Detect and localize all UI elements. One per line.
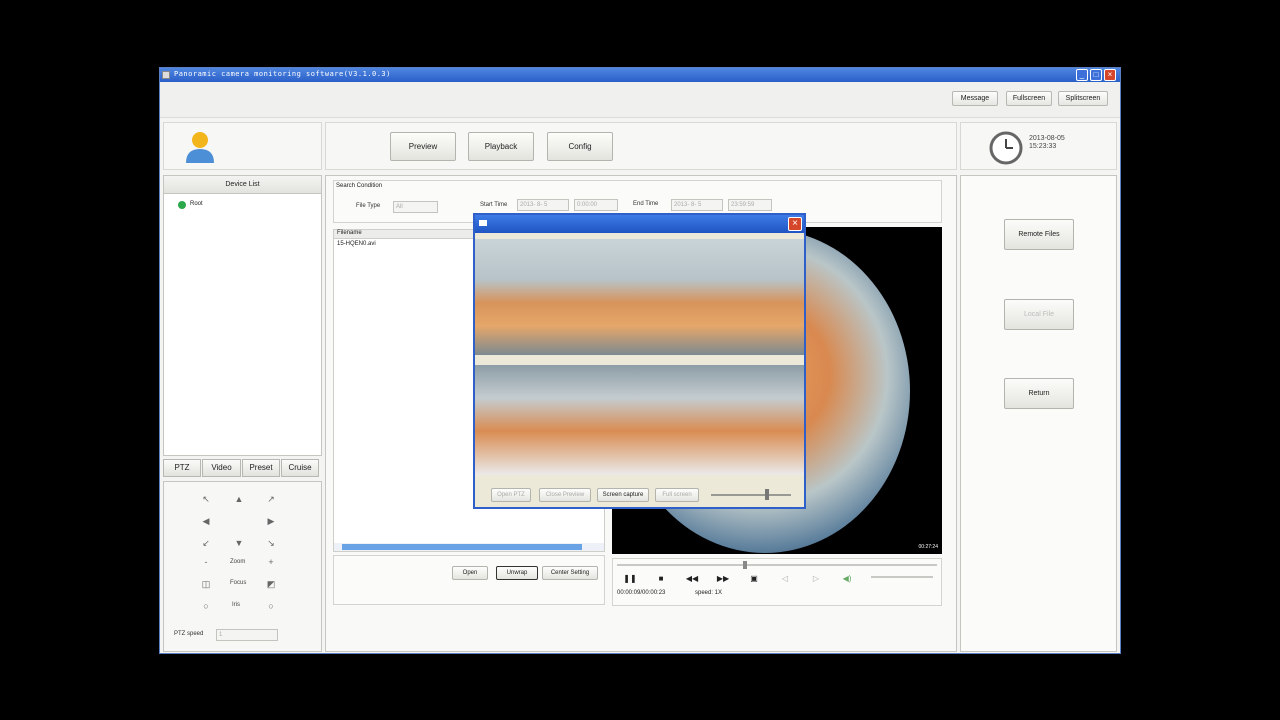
preview-button[interactable]: Preview bbox=[390, 132, 456, 161]
iris-open-button[interactable]: ○ bbox=[262, 598, 280, 614]
file-list-scrollbar[interactable] bbox=[334, 543, 604, 551]
clock-date: 2013-08-05 bbox=[1029, 135, 1065, 142]
app-icon bbox=[162, 71, 170, 79]
config-button[interactable]: Config bbox=[547, 132, 613, 161]
root-node-icon bbox=[178, 201, 186, 209]
focus-near-button[interactable]: ◫ bbox=[197, 576, 215, 592]
popup-slider[interactable] bbox=[711, 494, 791, 496]
popup-app-icon bbox=[479, 220, 487, 226]
ptz-panel: ↖ ▲ ↗ ◀ ▶ ↙ ▼ ↘ - Zoom + ◫ Focus ◩ ○ Iri… bbox=[163, 481, 322, 652]
maximize-button[interactable]: □ bbox=[1090, 69, 1102, 81]
start-date-field[interactable]: 2013- 8- 5 bbox=[517, 199, 569, 211]
center-setting-button[interactable]: Center Setting bbox=[542, 566, 598, 580]
device-list-panel: Device List Root bbox=[163, 175, 322, 456]
fast-icon[interactable]: ▶▶ bbox=[715, 572, 731, 585]
unwrap-popup: × Open PTZ Close Preview Screen capture … bbox=[473, 213, 806, 509]
file-type-select[interactable]: All bbox=[393, 201, 438, 213]
ptz-left-button[interactable]: ◀ bbox=[197, 513, 215, 529]
zoom-in-button[interactable]: + bbox=[262, 554, 280, 570]
progress-handle[interactable] bbox=[743, 561, 747, 569]
popup-close-button[interactable]: × bbox=[788, 217, 802, 231]
focus-label: Focus bbox=[230, 580, 247, 586]
ptz-speed-label: PTZ speed bbox=[174, 631, 204, 637]
full-screen-button[interactable]: Full screen bbox=[655, 488, 699, 502]
app-window: Panoramic camera monitoring software(V3.… bbox=[159, 67, 1121, 654]
unwrap-button[interactable]: Unwrap bbox=[496, 566, 538, 580]
iris-close-button[interactable]: ○ bbox=[197, 598, 215, 614]
ptz-speed-select[interactable]: 1 bbox=[216, 629, 278, 641]
clock-panel: 2013-08-05 15:23:33 bbox=[960, 122, 1117, 170]
end-time-label: End Time bbox=[633, 201, 659, 207]
clock-icon bbox=[989, 131, 1023, 165]
tab-video[interactable]: Video bbox=[202, 459, 241, 477]
zoom-label: Zoom bbox=[230, 559, 246, 565]
close-window-button[interactable]: × bbox=[1104, 69, 1116, 81]
popup-slider-handle[interactable] bbox=[765, 489, 769, 500]
ptz-down-right-button[interactable]: ↘ bbox=[262, 535, 280, 551]
file-actions: Open Unwrap Center Setting bbox=[333, 555, 605, 605]
scrollbar-thumb[interactable] bbox=[342, 544, 582, 550]
splitscreen-button[interactable]: Splitscreen bbox=[1058, 91, 1108, 106]
file-list-row[interactable]: 15-HQEN0.avi bbox=[337, 241, 376, 247]
minimize-button[interactable]: _ bbox=[1076, 69, 1088, 81]
search-condition-title: Search Condition bbox=[336, 183, 383, 189]
volume-slider[interactable] bbox=[871, 576, 933, 578]
focus-far-button[interactable]: ◩ bbox=[262, 576, 280, 592]
clock-time: 15:23:33 bbox=[1029, 143, 1057, 150]
next-frame-icon[interactable]: ▷ bbox=[808, 572, 824, 585]
panorama-top-view[interactable] bbox=[475, 239, 804, 355]
end-time-field[interactable]: 23:59:59 bbox=[728, 199, 772, 211]
ptz-up-button[interactable]: ▲ bbox=[230, 491, 248, 507]
zoom-out-button[interactable]: - bbox=[197, 554, 215, 570]
device-list-header: Device List bbox=[164, 176, 321, 194]
ptz-up-right-button[interactable]: ↗ bbox=[262, 491, 280, 507]
ptz-right-button[interactable]: ▶ bbox=[262, 513, 280, 529]
playback-button[interactable]: Playback bbox=[468, 132, 534, 161]
ptz-down-button[interactable]: ▼ bbox=[230, 535, 248, 551]
tab-preset[interactable]: Preset bbox=[242, 459, 280, 477]
title-bar[interactable]: Panoramic camera monitoring software(V3.… bbox=[160, 68, 1120, 82]
local-files-button[interactable]: Local File bbox=[1004, 299, 1074, 330]
open-ptz-button[interactable]: Open PTZ bbox=[491, 488, 531, 502]
popup-toolbar: Open PTZ Close Preview Screen capture Fu… bbox=[475, 483, 804, 507]
panorama-bottom-view[interactable] bbox=[475, 365, 804, 475]
end-date-field[interactable]: 2013- 8- 5 bbox=[671, 199, 723, 211]
open-button[interactable]: Open bbox=[452, 566, 488, 580]
pause-icon[interactable]: ❚❚ bbox=[622, 572, 638, 585]
tab-cruise[interactable]: Cruise bbox=[281, 459, 319, 477]
file-type-label: File Type bbox=[356, 203, 381, 209]
return-button[interactable]: Return bbox=[1004, 378, 1074, 409]
ptz-down-left-button[interactable]: ↙ bbox=[197, 535, 215, 551]
slow-icon[interactable]: ◀◀ bbox=[684, 572, 700, 585]
close-preview-button[interactable]: Close Preview bbox=[539, 488, 591, 502]
start-time-field[interactable]: 0:00:00 bbox=[574, 199, 618, 211]
remote-files-button[interactable]: Remote Files bbox=[1004, 219, 1074, 250]
speed-readout: speed: 1X bbox=[695, 590, 723, 596]
message-button[interactable]: Message bbox=[952, 91, 998, 106]
tab-ptz[interactable]: PTZ bbox=[163, 459, 201, 477]
progress-track[interactable] bbox=[617, 564, 937, 566]
user-panel bbox=[163, 122, 322, 170]
window-title: Panoramic camera monitoring software(V3.… bbox=[174, 70, 391, 78]
popup-title-bar[interactable]: × bbox=[475, 215, 804, 233]
prev-frame-icon[interactable]: ◁ bbox=[777, 572, 793, 585]
ptz-up-left-button[interactable]: ↖ bbox=[197, 491, 215, 507]
fullscreen-button[interactable]: Fullscreen bbox=[1006, 91, 1052, 106]
timecode-readout: 00:00:09/00:00:23 bbox=[617, 590, 666, 596]
volume-icon[interactable]: ◀) bbox=[839, 572, 855, 585]
start-time-label: Start Time bbox=[480, 202, 508, 208]
snapshot-icon[interactable]: ▣ bbox=[746, 572, 762, 585]
tree-item-root[interactable]: Root bbox=[190, 201, 203, 207]
video-overlay-time: 00:27:24 bbox=[918, 544, 938, 550]
iris-label: Iris bbox=[232, 602, 240, 608]
screen-capture-button[interactable]: Screen capture bbox=[597, 488, 649, 502]
user-avatar-icon bbox=[186, 132, 214, 163]
stop-icon[interactable]: ■ bbox=[653, 572, 669, 585]
